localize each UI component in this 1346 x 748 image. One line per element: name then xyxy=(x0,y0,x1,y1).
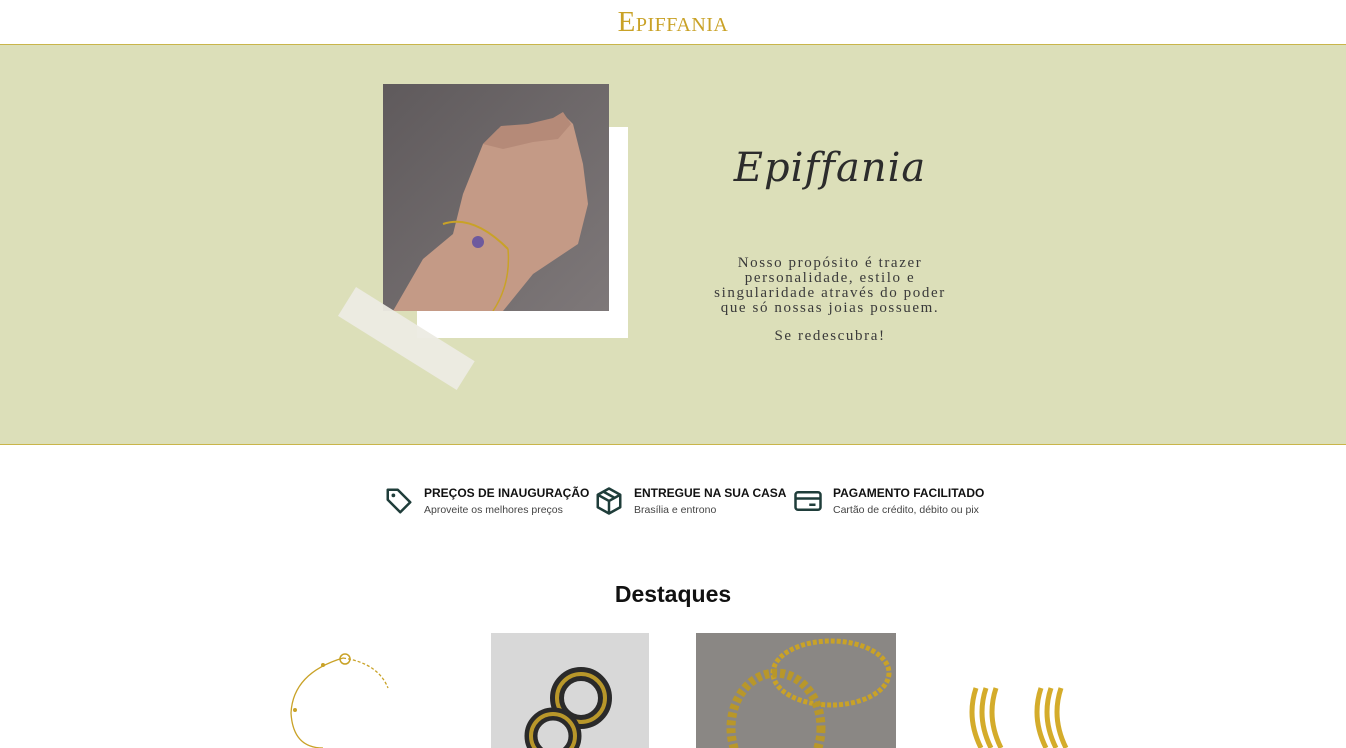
feature-subtitle: Brasília e entrono xyxy=(634,504,717,516)
product-card[interactable] xyxy=(956,633,1096,748)
feature-title: PREÇOS DE INAUGURAÇÃO xyxy=(424,486,590,500)
site-logo[interactable]: Epiffania xyxy=(0,6,1346,39)
box-icon xyxy=(596,487,622,515)
feature-title: ENTREGUE NA SUA CASA xyxy=(634,486,787,500)
product-image-bracelet xyxy=(283,633,411,748)
hero-script-title: Epiffania xyxy=(733,145,927,191)
product-card[interactable] xyxy=(283,633,411,748)
hero-banner: Epiffania Nosso propósito é trazer perso… xyxy=(0,45,1346,445)
hero-description: Nosso propósito é trazer personalidade, … xyxy=(714,255,946,316)
hero-photo xyxy=(383,84,609,311)
highlights-title: Destaques xyxy=(614,581,732,607)
site-header: Epiffania xyxy=(0,0,1346,45)
product-image-hoops xyxy=(491,633,649,748)
credit-card-icon xyxy=(794,491,822,511)
product-image-earrings xyxy=(956,633,1096,748)
feature-title: PAGAMENTO FACILITADO xyxy=(833,486,985,500)
product-card[interactable] xyxy=(491,633,649,748)
hero-tagline: Se redescubra! xyxy=(774,328,886,344)
product-image-twisted-bracelets xyxy=(696,633,896,748)
tag-icon xyxy=(386,488,412,514)
product-card[interactable] xyxy=(696,633,896,748)
feature-subtitle: Cartão de crédito, débito ou pix xyxy=(833,504,979,516)
feature-subtitle: Aproveite os melhores preços xyxy=(424,504,563,516)
